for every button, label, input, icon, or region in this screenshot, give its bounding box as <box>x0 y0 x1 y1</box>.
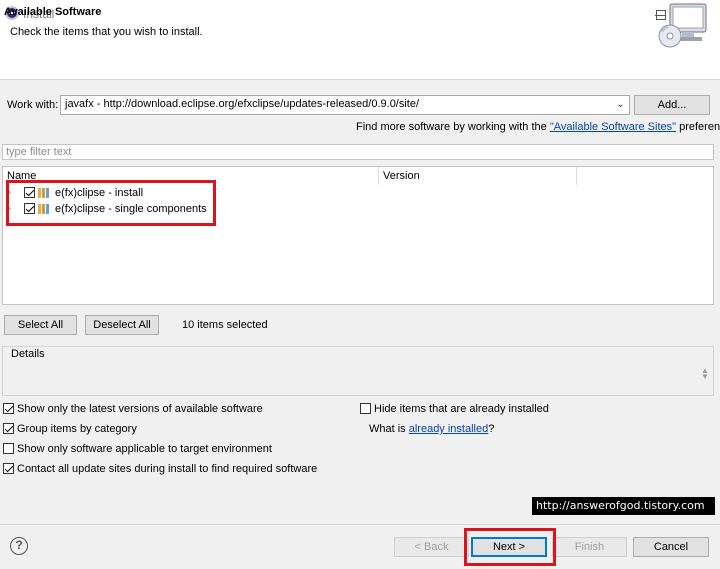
checkbox[interactable] <box>360 403 371 414</box>
checkbox[interactable] <box>3 423 14 434</box>
scroll-arrows-icon[interactable]: ▲ ▼ <box>701 367 709 381</box>
what-is-installed-text: What is already installed? <box>369 423 494 435</box>
work-with-combo[interactable]: javafx - http://download.eclipse.org/efx… <box>60 95 630 115</box>
monitor-cd-icon <box>658 3 707 48</box>
option-label: Hide items that are already installed <box>374 403 549 415</box>
option-label: Group items by category <box>17 423 137 435</box>
annotation-highlight-box <box>464 528 556 566</box>
filter-input[interactable]: type filter text <box>2 144 714 160</box>
option-label: Show only the latest versions of availab… <box>17 403 263 415</box>
work-with-label: Work with: <box>7 99 59 111</box>
details-label: Details <box>10 348 46 360</box>
finish-button[interactable]: Finish <box>552 537 627 557</box>
option-label: Contact all update sites during install … <box>17 463 318 475</box>
find-more-text: Find more software by working with the "… <box>356 121 720 133</box>
footer-divider <box>0 524 720 525</box>
cancel-button[interactable]: Cancel <box>633 537 709 557</box>
column-header-version[interactable]: Version <box>383 170 420 182</box>
details-group <box>2 346 714 396</box>
watermark-url: http://answerofgod.tistory.com <box>532 497 715 515</box>
deselect-all-button[interactable]: Deselect All <box>85 315 159 335</box>
chevron-down-icon[interactable]: ⌄ <box>612 96 629 114</box>
selected-count-text: 10 items selected <box>182 319 268 331</box>
select-all-button[interactable]: Select All <box>4 315 77 335</box>
what-is-suffix: ? <box>488 423 495 435</box>
already-installed-link[interactable]: already installed <box>409 423 489 435</box>
checkbox[interactable] <box>3 403 14 414</box>
option-label: Show only software applicable to target … <box>17 443 272 455</box>
find-more-suffix: preferences. <box>679 121 720 133</box>
page-title: Available Software <box>4 6 102 18</box>
find-more-prefix: Find more software by working with the <box>356 121 550 133</box>
checkbox[interactable] <box>3 443 14 454</box>
add-site-button[interactable]: Add... <box>634 95 710 115</box>
checkbox[interactable] <box>3 463 14 474</box>
column-divider <box>378 167 379 185</box>
annotation-highlight-box <box>6 180 216 226</box>
column-divider <box>576 167 577 185</box>
help-icon[interactable]: ? <box>10 537 28 555</box>
what-is-prefix: What is <box>369 423 409 435</box>
back-button[interactable]: < Back <box>394 537 469 557</box>
available-software-sites-link[interactable]: "Available Software Sites" <box>550 121 676 133</box>
title-bar <box>0 0 720 28</box>
page-description: Check the items that you wish to install… <box>10 26 203 38</box>
